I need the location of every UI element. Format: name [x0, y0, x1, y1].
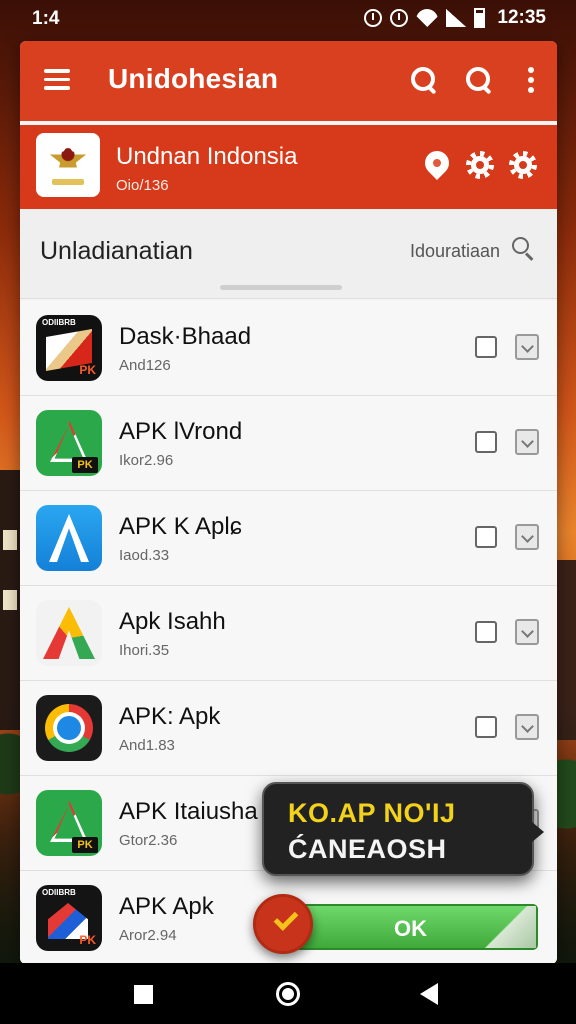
sub-header: Undnan Indonsia Oio/136 [20, 125, 557, 209]
app-version: And1.83 [119, 737, 175, 754]
search-icon-secondary[interactable] [466, 67, 494, 95]
status-time-left: 1:4 [32, 8, 60, 29]
sub-header-code: Oio/136 [116, 177, 169, 194]
wifi-icon [416, 9, 439, 27]
list-item[interactable]: APK K Aplɕ Iaod.33 [20, 491, 557, 586]
book-icon: ODIIBRB PK [36, 315, 102, 381]
page-curl-decoration [478, 906, 536, 948]
check-icon [273, 906, 299, 931]
chevron-down-icon[interactable] [515, 714, 539, 740]
select-checkbox[interactable] [475, 621, 497, 643]
navigation-bar [0, 963, 576, 1024]
app-name: APK Itaiusha [119, 798, 258, 825]
app-name: Apk Isahh [119, 608, 226, 635]
gear-icon[interactable] [466, 151, 494, 179]
select-checkbox[interactable] [475, 431, 497, 453]
green-triangle-icon: PK [36, 410, 102, 476]
toast-line-1: KO.AP NO'IJ [288, 798, 456, 828]
toolbar: Unidohesian [20, 41, 557, 121]
icon-text: PK [79, 363, 96, 377]
toast-popup: KO.AP NO'IJ ĆANEAOSH [262, 782, 544, 876]
toast-arrow [532, 822, 544, 842]
chevron-down-icon[interactable] [515, 429, 539, 455]
section-title: Unladianatian [40, 237, 193, 265]
app-version: Aror2.94 [119, 927, 177, 944]
toolbar-title: Unidohesian [108, 63, 279, 94]
search-icon[interactable] [411, 67, 439, 95]
timer-icon [390, 9, 409, 27]
icon-text: PK [79, 933, 96, 947]
select-checkbox[interactable] [475, 716, 497, 738]
green-triangle-icon: PK [36, 790, 102, 856]
icon-text: ODIIBRB [42, 888, 76, 897]
list-item[interactable]: Apk Isahh Ihori.35 [20, 586, 557, 681]
chevron-down-icon[interactable] [515, 619, 539, 645]
ok-button[interactable]: OK [294, 904, 538, 950]
recents-icon[interactable] [134, 985, 153, 1004]
app-name: APK K Aplɕ [119, 513, 242, 540]
app-name: Dask·Bhaad [119, 323, 252, 350]
chrome-icon [36, 695, 102, 761]
status-time-right: 12:35 [497, 7, 546, 28]
icon-text: PK [72, 457, 98, 473]
select-checkbox[interactable] [475, 336, 497, 358]
icon-text: PK [72, 837, 98, 853]
section-header: Unladianatian Idouratiaan [20, 209, 557, 299]
app-version: Gtor2.36 [119, 832, 178, 849]
ok-button-label: OK [394, 916, 427, 941]
garuda-emblem-icon [36, 133, 100, 197]
multicolor-triangle-icon [36, 600, 102, 666]
toast-line-2: ĆANEAOSH [288, 834, 447, 864]
section-search-label[interactable]: Idouratiaan [410, 241, 500, 262]
list-item[interactable]: APK: Apk And1.83 [20, 681, 557, 776]
icon-text: ODIIBRB [42, 318, 76, 327]
house-icon: ODIIBRB PK [36, 885, 102, 951]
drag-handle[interactable] [220, 285, 342, 290]
home-icon[interactable] [276, 982, 300, 1006]
background-house-left [0, 470, 22, 730]
signal-icon [446, 9, 467, 27]
back-icon[interactable] [420, 983, 438, 1005]
list-item[interactable]: PK APK lVrond Ikor2.96 [20, 396, 557, 491]
sub-header-title: Undnan Indonsia [116, 143, 298, 170]
app-name: APK: Apk [119, 703, 221, 730]
list-item[interactable]: ODIIBRB PK Dask·Bhaad And126 [20, 301, 557, 396]
confirm-fab[interactable] [253, 894, 313, 954]
more-vert-icon[interactable] [528, 67, 536, 95]
app-version: Iaod.33 [119, 547, 170, 564]
alarm-icon [364, 9, 383, 27]
select-checkbox[interactable] [475, 526, 497, 548]
app-name: APK lVrond [119, 418, 243, 445]
blue-triangle-icon [36, 505, 102, 571]
gear-icon-secondary[interactable] [509, 151, 537, 179]
app-version: Ihori.35 [119, 642, 170, 659]
app-version: And126 [119, 357, 171, 374]
status-icons: 12:35 [364, 7, 546, 29]
chevron-down-icon[interactable] [515, 524, 539, 550]
app-name: APK Apk [119, 893, 214, 920]
location-pin-icon[interactable] [420, 146, 454, 180]
app-version: Ikor2.96 [119, 452, 174, 469]
search-icon[interactable] [512, 237, 536, 261]
status-bar: 1:4 12:35 [0, 0, 576, 38]
battery-icon [474, 8, 486, 28]
hamburger-menu-icon[interactable] [44, 69, 70, 91]
chevron-down-icon[interactable] [515, 334, 539, 360]
